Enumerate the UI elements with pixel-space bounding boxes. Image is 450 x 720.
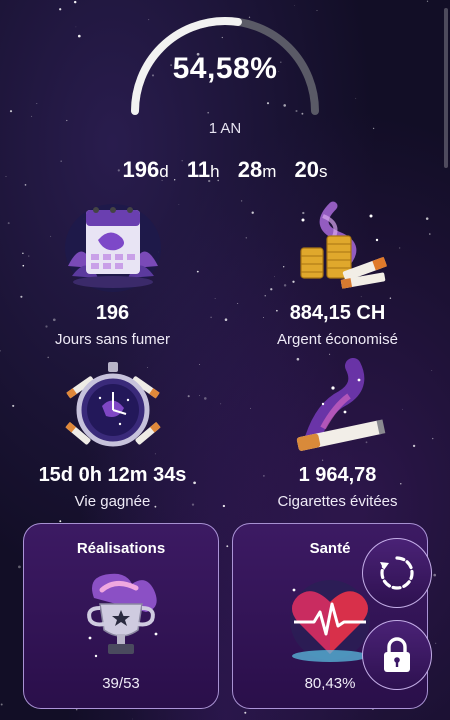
calendar-illustration-icon — [64, 204, 161, 292]
scrollbar[interactable] — [444, 8, 448, 168]
star — [75, 708, 78, 711]
days-smoke-free-value: 196 — [95, 302, 130, 324]
goal-label: 1 AN — [208, 120, 242, 137]
cigarettes-avoided-label: Cigarettes évitées — [277, 493, 398, 510]
star — [0, 350, 1, 352]
star — [36, 103, 38, 105]
days-smoke-free-label: Jours sans fumer — [54, 331, 171, 348]
star — [0, 703, 3, 706]
trophy-illustration-icon — [87, 573, 158, 658]
stat-life-gained[interactable]: 15d 0h 12m 34s Vie gagnée — [0, 358, 225, 510]
star — [59, 520, 62, 523]
stat-money-saved[interactable]: 884,15 CH Argent économisé — [225, 196, 450, 348]
star — [31, 115, 33, 117]
timer-hours: 11 — [186, 157, 211, 182]
life-gained-value: 15d 0h 12m 34s — [38, 464, 187, 486]
stopwatch-illustration-icon — [64, 362, 161, 447]
timer-hours-unit: h — [210, 162, 220, 181]
star — [75, 26, 77, 28]
cigarettes-avoided-value: 1 964,78 — [298, 464, 377, 486]
progress-percent: 54,58% — [172, 52, 278, 85]
star — [73, 0, 77, 4]
lock-icon — [384, 637, 410, 672]
star — [18, 565, 21, 569]
star — [226, 545, 229, 548]
lock-button[interactable] — [362, 620, 432, 690]
achievements-card[interactable]: Réalisations 39/53 — [23, 523, 219, 709]
star — [244, 711, 247, 714]
star — [59, 8, 62, 11]
timer-seconds-unit: s — [318, 162, 328, 181]
star — [426, 0, 429, 2]
star — [132, 718, 133, 720]
star — [329, 353, 331, 355]
achievements-value: 39/53 — [102, 675, 140, 692]
achievements-title: Réalisations — [76, 540, 166, 557]
star — [9, 110, 13, 113]
star — [24, 184, 27, 186]
elapsed-timer: 196d 11h 28m 20s — [0, 157, 450, 183]
life-gained-label: Vie gagnée — [74, 493, 151, 510]
star — [435, 642, 437, 644]
star — [77, 34, 81, 38]
stat-days-smoke-free[interactable]: 196 Jours sans fumer — [0, 196, 225, 348]
money-saved-value: 884,15 CH — [289, 302, 386, 324]
timer-seconds: 20 — [294, 157, 319, 182]
coins-illustration-icon — [299, 201, 387, 289]
reset-button[interactable] — [362, 538, 432, 608]
timer-days-unit: d — [159, 162, 169, 181]
star — [355, 97, 357, 99]
stat-cigarettes-avoided[interactable]: 1 964,78 Cigarettes évitées — [225, 358, 450, 510]
reset-icon — [380, 556, 414, 590]
timer-minutes: 28 — [237, 157, 263, 182]
cigarette-illustration-icon — [296, 358, 385, 451]
star — [433, 573, 437, 577]
timer-minutes-unit: m — [262, 162, 277, 181]
money-saved-label: Argent économisé — [277, 331, 398, 348]
timer-days: 196 — [122, 157, 160, 182]
